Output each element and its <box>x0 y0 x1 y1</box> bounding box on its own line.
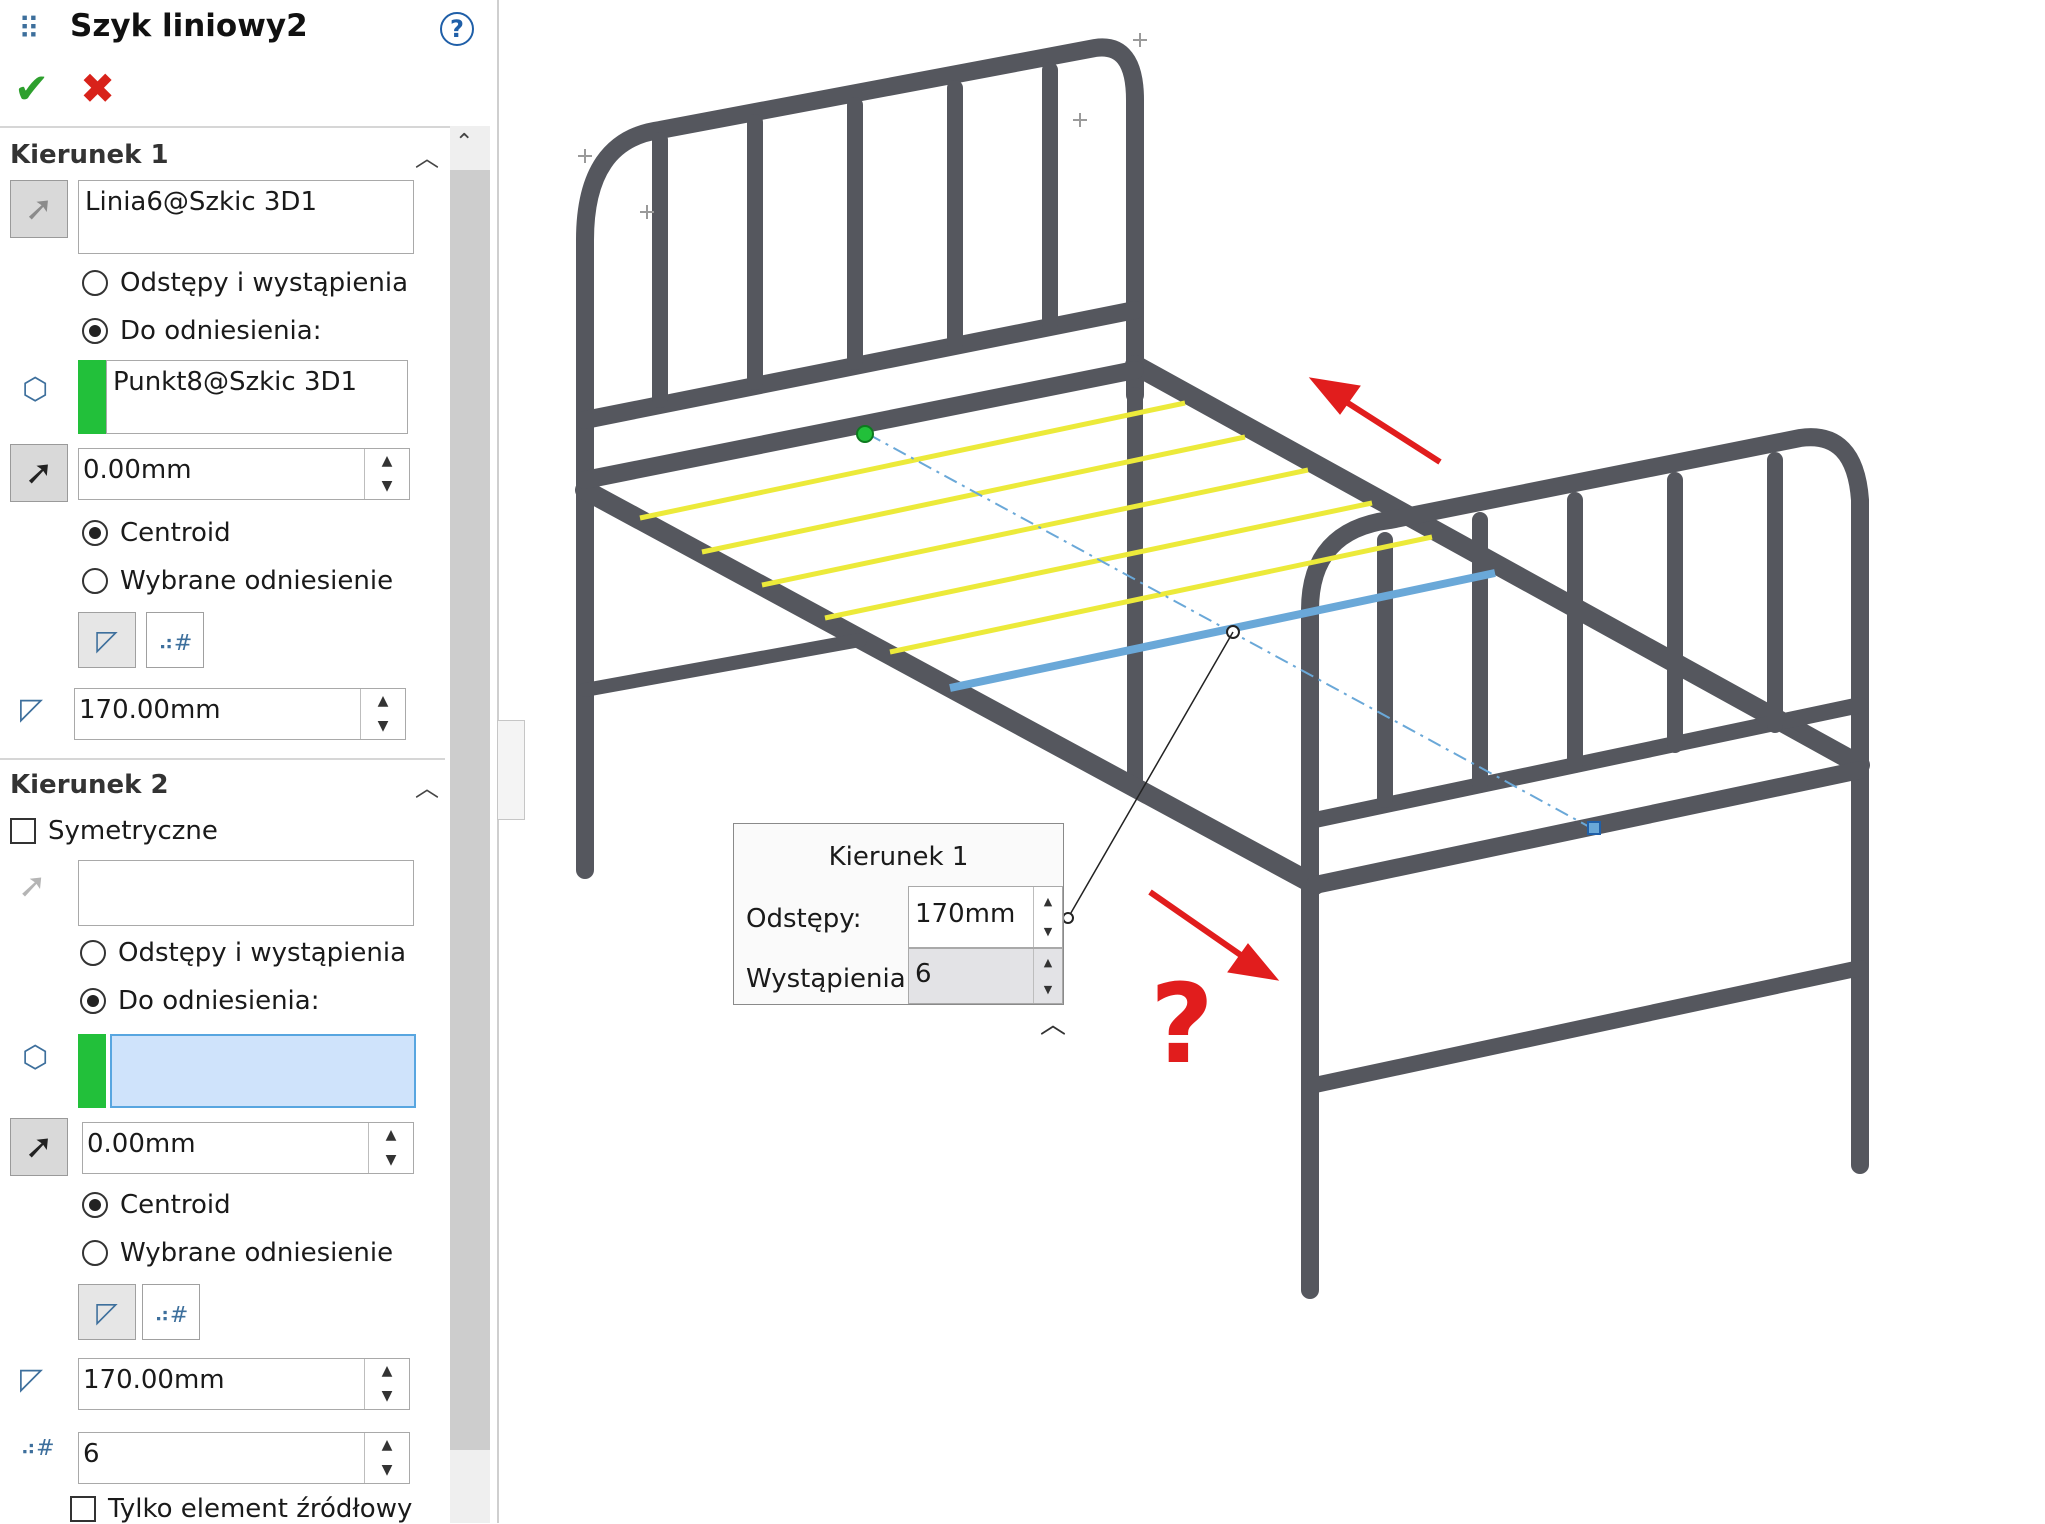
callout-collapse-icon[interactable]: ︿ <box>1040 1004 1066 1041</box>
direction-1-callout: Kierunek 1 Odstępy: 170mm ▲ ▼ Wystąpienia… <box>733 823 1064 1005</box>
preview-slat <box>761 467 1309 588</box>
callout-spacing-value: 170mm <box>915 899 1016 929</box>
callout-instances-value: 6 <box>915 959 932 989</box>
bed-frame <box>575 38 1870 1299</box>
arrow-down-right <box>1148 889 1247 961</box>
end-point-marker[interactable] <box>1587 821 1601 835</box>
preview-slat <box>889 534 1433 655</box>
reference-point-marker[interactable] <box>856 425 874 443</box>
side-rail-back <box>1125 355 1870 775</box>
callout-spacing-stepper[interactable]: ▲ ▼ <box>1033 887 1062 947</box>
callout-anchor <box>1062 912 1074 924</box>
callout-spacing-input[interactable]: 170mm ▲ ▼ <box>908 886 1063 948</box>
arrow-up-left <box>1338 395 1442 465</box>
head-lower-rail <box>578 633 867 697</box>
callout-spacing-label: Odstępy: <box>746 904 862 934</box>
callout-instances-input[interactable]: 6 ▲ ▼ <box>908 948 1063 1004</box>
annotation-arrows <box>1148 377 1442 981</box>
callout-instances-stepper[interactable]: ▲ ▼ <box>1033 949 1062 1003</box>
seed-slat[interactable] <box>949 569 1496 692</box>
question-mark-annotation: ? <box>1150 960 1214 1088</box>
preview-slat <box>701 434 1246 555</box>
callout-instances-label: Wystąpienia: <box>746 964 915 994</box>
callout-title: Kierunek 1 <box>828 842 969 872</box>
footboard-lower-rail <box>1307 960 1868 1093</box>
graphics-viewport[interactable] <box>0 0 2045 1523</box>
